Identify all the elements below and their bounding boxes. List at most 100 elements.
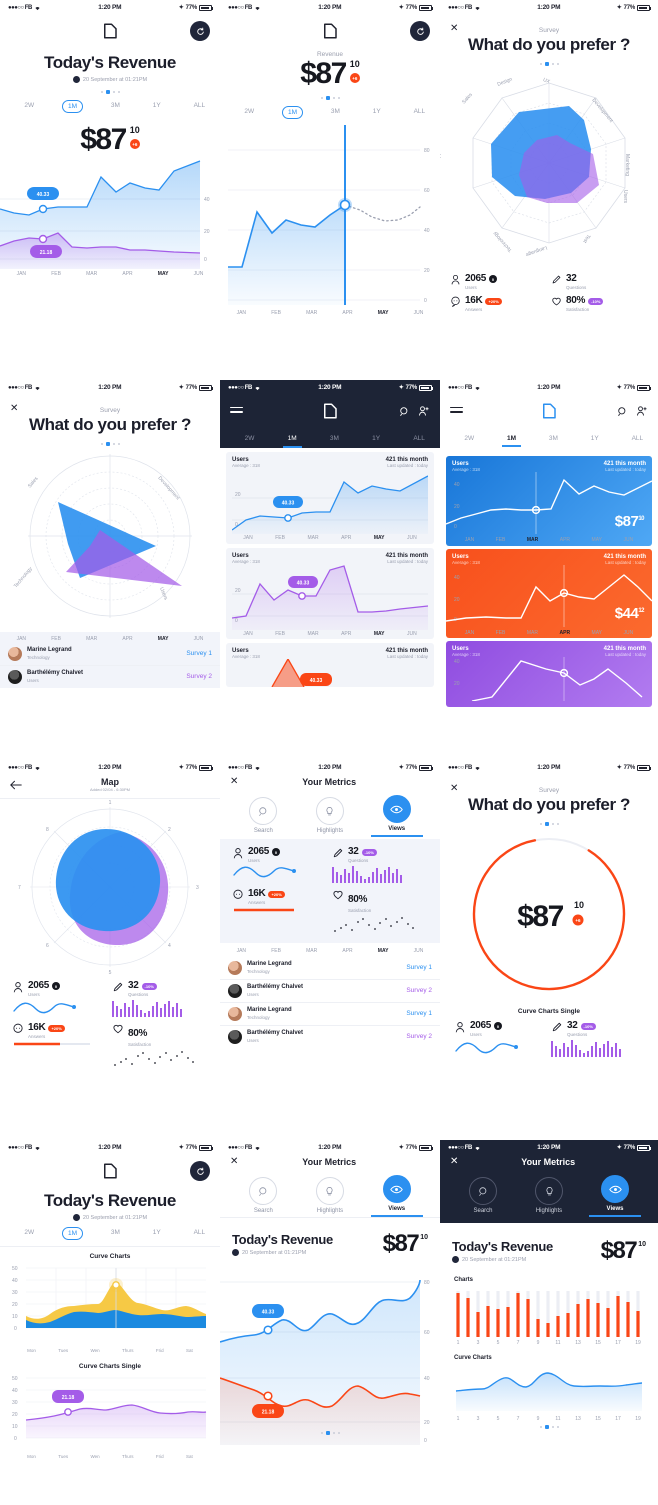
list-item-role: Users	[27, 677, 39, 683]
range-tabs[interactable]: 2W 1M 3M 1Y ALL	[0, 94, 220, 119]
status-time: 1:20 PM	[318, 4, 342, 11]
svg-text:20: 20	[454, 597, 460, 603]
tab-highlights[interactable]: Highlights	[304, 1177, 356, 1217]
range-2w[interactable]: 2W	[240, 433, 260, 444]
page-indicator[interactable]	[440, 822, 658, 826]
metric-tabs[interactable]: Search Highlights Views	[220, 789, 440, 837]
month-apr: APR	[342, 310, 353, 316]
tab-highlights[interactable]: Highlights	[523, 1177, 575, 1217]
list-item[interactable]: Barthélémy Chalvet Users Survey 2	[220, 1026, 440, 1048]
card-subtitle: Average : 318	[452, 559, 480, 565]
app-logo-icon[interactable]	[321, 402, 339, 420]
page-indicator[interactable]	[440, 62, 658, 66]
page-title: Your Metrics	[302, 777, 357, 787]
metric-tabs[interactable]: Search Highlights Views	[220, 1169, 440, 1218]
range-3m[interactable]: 3M	[325, 433, 344, 444]
range-3m[interactable]: 3M	[544, 433, 563, 444]
screen-metrics-dual-area: ●●●○○ FB 1:20 PM ✦ 77% ✕ Your Metrics Sea…	[220, 1140, 440, 1505]
app-logo-icon[interactable]	[101, 22, 119, 40]
page-indicator[interactable]	[440, 1425, 658, 1429]
close-icon[interactable]: ✕	[450, 783, 458, 794]
list-item-tag[interactable]: Survey 1	[406, 1010, 432, 1017]
range-1y[interactable]: 1Y	[148, 100, 166, 111]
range-1m[interactable]: 1M	[502, 433, 522, 447]
avatar	[228, 960, 242, 975]
tab-views[interactable]: Views	[589, 1175, 641, 1217]
range-1m[interactable]: 1M	[282, 106, 304, 119]
range-2w[interactable]: 2W	[19, 100, 39, 111]
tab-views[interactable]: Views	[370, 795, 423, 837]
stat-users: 2065 0 Users	[12, 981, 108, 1017]
refresh-button[interactable]	[410, 21, 430, 41]
range-all[interactable]: ALL	[409, 106, 426, 117]
range-all[interactable]: ALL	[408, 433, 425, 444]
range-1y[interactable]: 1Y	[368, 106, 386, 117]
svg-text:20: 20	[12, 1302, 18, 1308]
range-all[interactable]: ALL	[189, 1227, 206, 1238]
wifi-icon	[35, 1146, 40, 1150]
range-1y[interactable]: 1Y	[586, 433, 604, 444]
range-tabs[interactable]: 2W 1M 3M 1Y ALL	[220, 427, 440, 448]
search-icon[interactable]	[617, 406, 628, 417]
status-bar: ●●●○○ FB 1:20 PM ✦ 77%	[0, 760, 220, 775]
tab-highlights[interactable]: Highlights	[304, 797, 356, 837]
range-1y[interactable]: 1Y	[367, 433, 385, 444]
list-item[interactable]: Marine Legrand Technology Survey 1	[220, 957, 440, 980]
range-1m[interactable]: 1M	[62, 1227, 84, 1240]
range-1m[interactable]: 1M	[282, 433, 302, 448]
menu-icon[interactable]	[230, 406, 243, 416]
stat-questions: 32 Questions	[551, 274, 648, 290]
list-item[interactable]: Barthélémy Chalvet Users Survey 2	[0, 666, 220, 688]
amount-cents: 10	[638, 1241, 646, 1248]
close-icon[interactable]: ✕	[10, 403, 18, 414]
search-icon[interactable]	[399, 406, 410, 417]
range-tabs[interactable]: 2W 1M 3M 1Y ALL	[440, 427, 658, 453]
app-logo-icon[interactable]	[321, 22, 339, 40]
tab-search[interactable]: Search	[457, 1177, 509, 1217]
svg-text:80: 80	[424, 148, 430, 154]
tab-search[interactable]: Search	[237, 1177, 289, 1217]
page-indicator[interactable]	[0, 442, 220, 446]
menu-icon[interactable]	[450, 406, 463, 416]
range-3m[interactable]: 3M	[106, 100, 125, 111]
tab-views[interactable]: Views	[370, 1175, 423, 1217]
tab-search[interactable]: Search	[237, 797, 289, 837]
svg-text:10: 10	[12, 1424, 18, 1430]
list-item[interactable]: Barthélémy Chalvet Users Survey 2	[220, 980, 440, 1003]
range-1m[interactable]: 1M	[62, 100, 84, 113]
range-3m[interactable]: 3M	[326, 106, 345, 117]
refresh-button[interactable]	[190, 1161, 210, 1181]
close-icon[interactable]: ✕	[450, 23, 458, 34]
list-item[interactable]: Marine Legrand Technology Survey 1	[0, 643, 220, 666]
range-2w[interactable]: 2W	[239, 106, 259, 117]
range-tabs[interactable]: 2W 1M 3M 1Y ALL	[0, 1221, 220, 1247]
app-logo-icon[interactable]	[540, 402, 558, 420]
range-2w[interactable]: 2W	[19, 1227, 39, 1238]
tooltip: 40.33	[282, 501, 295, 507]
metric-tabs[interactable]: Search Highlights Views	[440, 1169, 658, 1217]
list-item-tag[interactable]: Survey 1	[186, 650, 212, 657]
list-item-tag[interactable]: Survey 2	[406, 1033, 432, 1040]
bluetooth-icon: ✦	[398, 765, 404, 771]
refresh-button[interactable]	[190, 21, 210, 41]
status-bar: ●●●○○ FB 1:20 PM ✦ 77%	[220, 0, 440, 15]
wifi-icon	[475, 6, 480, 10]
list-item-tag[interactable]: Survey 1	[406, 964, 432, 971]
range-tabs[interactable]: 2W 1M 3M 1Y ALL	[220, 100, 440, 125]
range-all[interactable]: ALL	[189, 100, 206, 111]
stats-grid: 2065 0 Users 32 Questions 16K +20% Answers	[440, 268, 658, 318]
add-user-icon[interactable]	[418, 405, 430, 417]
range-2w[interactable]: 2W	[459, 433, 479, 444]
range-3m[interactable]: 3M	[106, 1227, 125, 1238]
add-user-icon[interactable]	[636, 405, 648, 417]
list-item[interactable]: Marine Legrand Technology Survey 1	[220, 1003, 440, 1026]
range-1y[interactable]: 1Y	[148, 1227, 166, 1238]
range-all[interactable]: ALL	[627, 433, 644, 444]
month-mar: MAR	[307, 630, 319, 637]
app-logo-icon[interactable]	[101, 1162, 119, 1180]
svg-text:30: 30	[12, 1290, 18, 1296]
battery-label: 77%	[405, 1144, 418, 1151]
list-item-tag[interactable]: Survey 2	[406, 987, 432, 994]
tab-label: Views	[589, 1206, 641, 1217]
list-item-tag[interactable]: Survey 2	[186, 673, 212, 680]
